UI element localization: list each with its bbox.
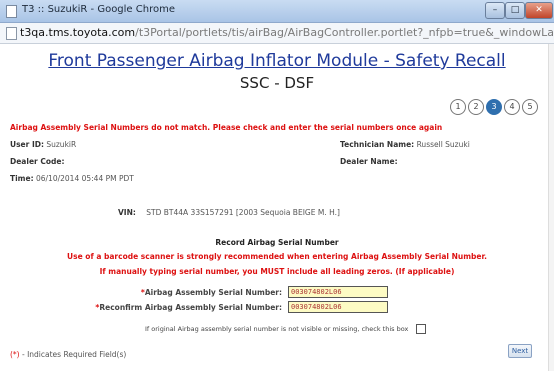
serial-number-row: *Airbag Assembly Serial Number: — [0, 286, 554, 300]
required-mark: (*) — [10, 350, 20, 359]
dealer-code-row: Dealer Code: — [10, 157, 64, 166]
technician-label: Technician Name: — [340, 140, 415, 149]
reconfirm-serial-label-text: Reconfirm Airbag Assembly Serial Number: — [99, 303, 282, 312]
user-id-label: User ID: — [10, 140, 44, 149]
missing-serial-row: If original Airbag assembly serial numbe… — [145, 324, 427, 334]
barcode-warning: Use of a barcode scanner is strongly rec… — [67, 252, 487, 261]
document-icon — [6, 27, 17, 40]
dealer-name-label: Dealer Name: — [340, 157, 398, 166]
step-1: 1 — [450, 99, 466, 115]
address-bar[interactable]: t3qa.tms.toyota.com/t3Portal/portlets/ti… — [0, 23, 554, 44]
serial-number-label: *Airbag Assembly Serial Number: — [140, 288, 282, 297]
step-3: 3 — [486, 99, 502, 115]
maximize-button[interactable]: □ — [505, 2, 525, 19]
vin-row: VIN: STD BT44A 33S157291 [2003 Sequoia B… — [118, 208, 340, 217]
dealer-code-label: Dealer Code: — [10, 157, 65, 166]
step-4: 4 — [504, 99, 520, 115]
url-text[interactable]: t3qa.tms.toyota.com/t3Portal/portlets/ti… — [20, 26, 554, 39]
reconfirm-serial-row: *Reconfirm Airbag Assembly Serial Number… — [0, 301, 554, 315]
missing-serial-checkbox[interactable] — [416, 324, 427, 334]
scrollbar[interactable] — [548, 44, 554, 371]
user-id-value: SuzukiR — [46, 140, 77, 149]
leading-zeros-warning: If manually typing serial number, you MU… — [99, 267, 455, 276]
step-5: 5 — [522, 99, 538, 115]
minimize-button[interactable]: – — [485, 2, 505, 19]
url-host: t3qa.tms.toyota.com — [20, 26, 136, 39]
step-2: 2 — [468, 99, 484, 115]
browser-title-bar: T3 :: SuzukiR - Google Chrome – □ ✕ — [0, 0, 554, 23]
time-label: Time: — [10, 174, 34, 183]
recall-page: Front Passenger Airbag Inflator Module -… — [0, 44, 554, 371]
required-fields-note: (*) - Indicates Required Field(s) — [10, 350, 126, 359]
serial-number-input[interactable] — [288, 286, 388, 298]
next-button[interactable]: Next — [508, 344, 532, 358]
page-title: Front Passenger Airbag Inflator Module -… — [48, 51, 506, 71]
serial-number-label-text: Airbag Assembly Serial Number: — [144, 288, 282, 297]
user-id-row: User ID: SuzukiR — [10, 140, 76, 149]
vin-value: STD BT44A 33S157291 [2003 Sequoia BEIGE … — [146, 208, 340, 217]
page-icon — [6, 5, 17, 18]
record-section-title: Record Airbag Serial Number — [215, 238, 339, 247]
vin-label: VIN: — [118, 208, 136, 217]
page-subtitle: SSC - DSF — [239, 74, 315, 92]
dealer-name-row: Dealer Name: — [340, 157, 398, 166]
reconfirm-serial-input[interactable] — [288, 301, 388, 313]
technician-value: Russell Suzuki — [416, 140, 470, 149]
missing-serial-label: If original Airbag assembly serial numbe… — [145, 325, 409, 333]
error-message: Airbag Assembly Serial Numbers do not ma… — [10, 123, 443, 132]
window-title: T3 :: SuzukiR - Google Chrome — [22, 4, 175, 15]
close-button[interactable]: ✕ — [525, 2, 553, 19]
url-path: /t3Portal/portlets/tis/airBag/AirBagCont… — [135, 26, 554, 39]
technician-row: Technician Name: Russell Suzuki — [340, 140, 470, 149]
required-note-text: - Indicates Required Field(s) — [19, 350, 127, 359]
time-row: Time: 06/10/2014 05:44 PM PDT — [10, 174, 134, 183]
reconfirm-serial-label: *Reconfirm Airbag Assembly Serial Number… — [95, 303, 282, 312]
time-value: 06/10/2014 05:44 PM PDT — [35, 174, 134, 183]
